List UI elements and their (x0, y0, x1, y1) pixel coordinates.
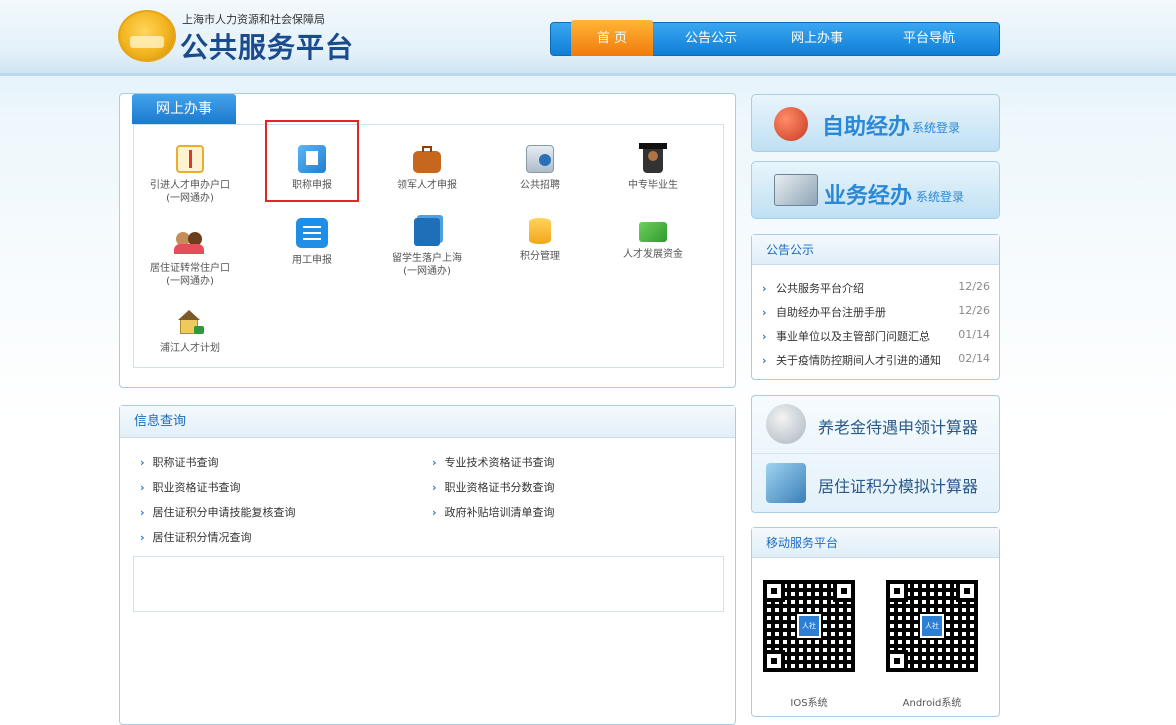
service-label: 引进人才申办户口 (一网通办) (150, 180, 230, 204)
banner-subtitle: 系统登录 (916, 190, 965, 204)
service-talent-fund[interactable]: 人才发展资金 (593, 218, 713, 261)
service-public-recruitment[interactable]: 公共招聘 (480, 145, 600, 192)
android-qr-code[interactable]: 人社 (886, 580, 978, 672)
calculators-panel: 养老金待遇申领计算器 居住证积分模拟计算器 (751, 395, 1000, 513)
service-leading-talent[interactable]: 领军人才申报 (367, 145, 487, 192)
query-link[interactable]: 专业技术资格证书查询 (432, 454, 555, 470)
nav-home[interactable]: 首 页 (571, 20, 653, 56)
service-label: 居住证转常住户口 (一网通办) (150, 263, 230, 287)
service-label: 积分管理 (520, 251, 560, 262)
qr-center-logo: 人社 (920, 614, 944, 638)
notice-text: 关于疫情防控期间人才引进的通知 (776, 354, 942, 367)
query-link[interactable]: 居住证积分情况查询 (140, 529, 252, 545)
nav-online-services[interactable]: 网上办事 (777, 23, 857, 55)
mobile-title: 移动服务平台 (752, 528, 999, 558)
query-link[interactable]: 职业资格证书查询 (140, 479, 241, 495)
banner-title: 自助经办 (822, 115, 911, 140)
ios-label: IOS系统 (790, 698, 828, 709)
info-query-panel: 信息查询 职称证书查询 职业资格证书查询 居住证积分申请技能复核查询 居住证积分… (119, 405, 736, 725)
notice-item[interactable]: 自助经办平台注册手册 12/26 (762, 304, 990, 320)
service-label: 领军人才申报 (397, 180, 457, 191)
query-link[interactable]: 职业资格证书分数查询 (432, 479, 555, 495)
building-calculator-icon (766, 463, 806, 503)
notice-date: 01/14 (958, 328, 990, 341)
notice-date: 02/14 (958, 352, 990, 365)
files-stack-icon (414, 218, 440, 246)
query-result-box (133, 556, 724, 612)
nav-platform-guide[interactable]: 平台导航 (889, 23, 969, 55)
notice-text: 公共服务平台介绍 (776, 282, 865, 295)
service-label: 中专毕业生 (628, 180, 678, 191)
house-arrow-icon (176, 308, 204, 336)
highlight-rectangle (265, 120, 359, 202)
self-service-login-banner[interactable]: 自助经办 系统登录 (751, 94, 1000, 152)
service-label: 浦江人才计划 (160, 343, 220, 354)
service-points-management[interactable]: 积分管理 (480, 218, 600, 263)
elderly-person-icon (766, 404, 806, 444)
document-certificate-icon (176, 145, 204, 173)
banner-subtitle: 系统登录 (912, 121, 961, 135)
org-name: 上海市人力资源和社会保障局 (182, 13, 325, 26)
service-overseas-students[interactable]: 留学生落户上海 (一网通办) (367, 218, 487, 278)
computer-icon (774, 174, 818, 206)
ministry-emblem-icon (118, 10, 176, 62)
notice-text: 自助经办平台注册手册 (776, 306, 887, 319)
service-employment-declaration[interactable]: 用工申报 (252, 218, 372, 267)
notice-text: 事业单位以及主管部门问题汇总 (776, 330, 931, 343)
people-icon (774, 107, 808, 141)
query-link[interactable]: 职称证书查询 (140, 454, 219, 470)
service-vocational-graduates[interactable]: 中专毕业生 (593, 143, 713, 192)
notice-item[interactable]: 事业单位以及主管部门问题汇总 01/14 (762, 328, 990, 344)
database-icon (529, 218, 551, 244)
notice-date: 12/26 (958, 280, 990, 293)
list-document-icon (296, 218, 328, 248)
calculator-label: 养老金待遇申领计算器 (818, 418, 979, 437)
qr-center-logo: 人社 (797, 614, 821, 638)
site-header: 上海市人力资源和社会保障局 公共服务平台 首 页 公告公示 网上办事 平台导航 (0, 0, 1176, 76)
tab-online-services[interactable]: 网上办事 (132, 94, 236, 124)
query-link[interactable]: 居住证积分申请技能复核查询 (140, 504, 296, 520)
service-label: 公共招聘 (520, 180, 560, 191)
notice-date: 12/26 (958, 304, 990, 317)
notice-item[interactable]: 公共服务平台介绍 12/26 (762, 280, 990, 296)
people-icon (174, 228, 204, 256)
recruit-card-icon (526, 145, 554, 173)
service-talent-hukou[interactable]: 引进人才申办户口 (一网通办) (130, 145, 250, 205)
nav-announcements[interactable]: 公告公示 (671, 23, 751, 55)
briefcase-icon (413, 146, 441, 173)
service-residence-to-hukou[interactable]: 居住证转常住户口 (一网通办) (130, 228, 250, 288)
banner-title: 业务经办 (824, 184, 913, 209)
notices-panel: 公告公示 公共服务平台介绍 12/26 自助经办平台注册手册 12/26 事业单… (751, 234, 1000, 380)
info-query-title: 信息查询 (120, 406, 735, 438)
pension-calculator-link[interactable]: 养老金待遇申领计算器 (752, 396, 999, 454)
service-label: 人才发展资金 (623, 249, 683, 260)
service-label: 用工申报 (292, 255, 332, 266)
notices-title: 公告公示 (752, 235, 999, 265)
ios-qr-code[interactable]: 人社 (763, 580, 855, 672)
calculator-label: 居住证积分模拟计算器 (818, 477, 979, 496)
service-pujiang-talent[interactable]: 浦江人才计划 (130, 308, 250, 355)
graduate-icon (639, 143, 667, 173)
android-label: Android系统 (902, 698, 962, 709)
residence-points-calculator-link[interactable]: 居住证积分模拟计算器 (752, 455, 999, 513)
service-label: 留学生落户上海 (一网通办) (392, 253, 462, 277)
mobile-platform-panel: 移动服务平台 人社 IOS系统 人社 Android系统 (751, 527, 1000, 717)
business-service-login-banner[interactable]: 业务经办 系统登录 (751, 161, 1000, 219)
money-icon (639, 222, 667, 242)
query-link[interactable]: 政府补贴培训清单查询 (432, 504, 555, 520)
notice-item[interactable]: 关于疫情防控期间人才引进的通知 02/14 (762, 352, 990, 368)
platform-title: 公共服务平台 (180, 31, 355, 64)
main-nav: 首 页 公告公示 网上办事 平台导航 (550, 20, 1000, 56)
